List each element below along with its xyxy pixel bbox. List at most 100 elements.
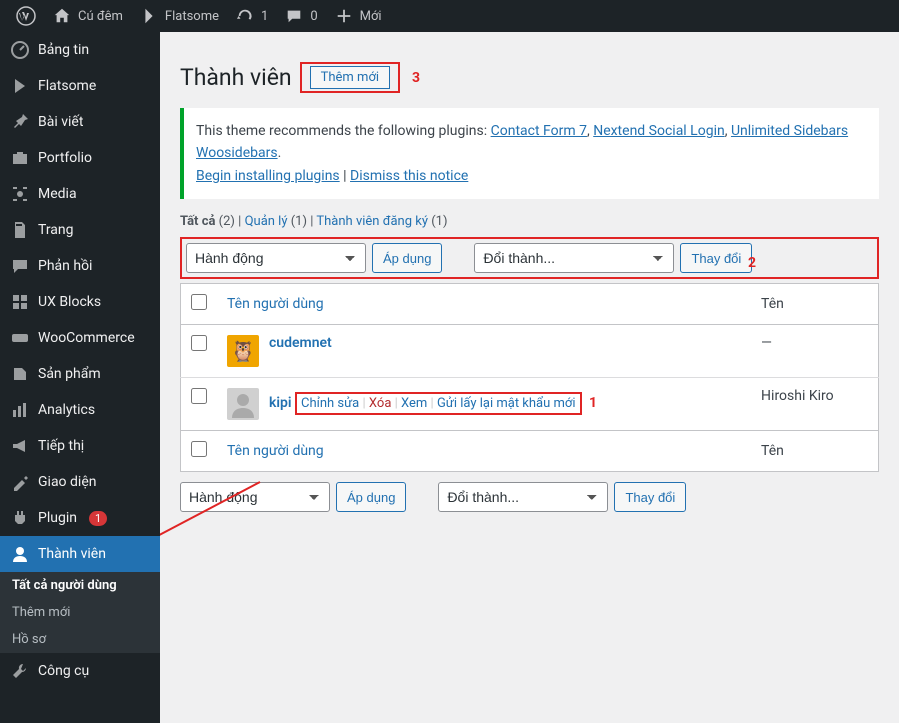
flatsome-icon [139,6,159,26]
filter-subscriber[interactable]: Thành viên đăng ký [316,214,428,229]
menu-media[interactable]: Media [0,176,160,212]
menu-label: Portfolio [38,150,92,166]
menu-comments[interactable]: Phản hồi [0,248,160,284]
row-checkbox[interactable] [191,388,207,404]
change-button-bottom[interactable]: Thay đổi [614,482,686,512]
menu-plugins[interactable]: Plugin1 [0,500,160,536]
menu-label: Media [38,186,77,202]
add-new-wrapper: Thêm mới [300,62,400,93]
reset-pwd-link[interactable]: Gửi lấy lại mật khẩu mới [437,396,576,411]
bulk-action-select-bottom[interactable]: Hành động [180,482,330,512]
users-table: Tên người dùng Tên 🦉 cudemnet — [180,283,879,472]
edit-link[interactable]: Chỉnh sửa [301,396,359,411]
dismiss-notice-link[interactable]: Dismiss this notice [350,168,468,184]
avatar: 🦉 [227,335,259,367]
menu-appearance[interactable]: Giao diện [0,464,160,500]
menu-woocommerce[interactable]: WooCommerce [0,320,160,356]
marketing-icon [10,436,30,456]
submenu-profile[interactable]: Hồ sơ [0,626,160,653]
home-icon [52,6,72,26]
wp-logo[interactable] [8,0,44,32]
menu-posts[interactable]: Bài viết [0,104,160,140]
change-role-select-bottom[interactable]: Đổi thành... [438,482,608,512]
user-icon [10,544,30,564]
menu-uxblocks[interactable]: UX Blocks [0,284,160,320]
menu-label: Plugin [38,510,77,526]
theme-name[interactable]: Flatsome [131,0,227,32]
top-tablenav: Hành động Áp dụng Đổi thành... Thay đổi [180,237,879,279]
menu-label: Giao diện [38,474,96,490]
submenu-all-users[interactable]: Tất cả người dùng [0,572,160,599]
begin-install-link[interactable]: Begin installing plugins [196,168,340,184]
portfolio-icon [10,148,30,168]
submenu-add-new[interactable]: Thêm mới [0,599,160,626]
tools-icon [10,661,30,681]
table-row: 🦉 cudemnet — [181,325,879,378]
page-title: Thành viên [180,64,292,91]
flatsome-menu-icon [10,76,30,96]
menu-users[interactable]: Thành viên [0,536,160,572]
col-username[interactable]: Tên người dùng [217,284,751,325]
col-name[interactable]: Tên [751,284,878,325]
updates-count: 1 [261,9,268,24]
menu-label: Phản hồi [38,258,92,274]
product-icon [10,364,30,384]
menu-label: Tiếp thị [38,438,84,454]
add-new-button[interactable]: Thêm mới [310,66,390,89]
filter-all[interactable]: Tất cả [180,214,215,229]
users-submenu: Tất cả người dùng Thêm mới Hồ sơ [0,572,160,653]
menu-marketing[interactable]: Tiếp thị [0,428,160,464]
updates[interactable]: 1 [227,0,276,32]
page-icon [10,220,30,240]
filter-subscriber-count: (1) [431,214,447,229]
woo-icon [10,328,30,348]
username-link[interactable]: cudemnet [269,335,332,351]
admin-sidebar: Bảng tin Flatsome Bài viết Portfolio Med… [0,32,160,723]
new-label: Mới [360,9,382,24]
notice-plugin-link[interactable]: Contact Form 7 [491,123,587,139]
menu-pages[interactable]: Trang [0,212,160,248]
appearance-icon [10,472,30,492]
check-all-header [181,284,218,325]
view-link[interactable]: Xem [401,396,427,411]
change-button[interactable]: Thay đổi [680,243,752,273]
menu-label: Sản phẩm [38,366,101,382]
username-link[interactable]: kipi [269,395,292,411]
apply-button[interactable]: Áp dụng [372,243,442,273]
col-username-foot[interactable]: Tên người dùng [217,431,751,472]
menu-label: Analytics [38,402,95,418]
check-all-bottom[interactable] [191,441,207,457]
menu-label: UX Blocks [38,294,101,310]
name-cell: Hiroshi Kiro [751,378,878,431]
menu-label: Trang [38,222,74,238]
menu-dashboard[interactable]: Bảng tin [0,32,160,68]
filter-admin[interactable]: Quản lý [245,214,288,229]
row-actions: Chỉnh sửa | Xóa | Xem | Gửi lấy lại mật … [295,392,581,415]
site-name-label: Cú đêm [78,9,123,24]
comments-count: 0 [310,9,317,24]
apply-button-bottom[interactable]: Áp dụng [336,482,406,512]
avatar [227,388,259,420]
bulk-action-select[interactable]: Hành động [186,243,366,273]
notice-plugin-link[interactable]: Nextend Social Login [593,123,725,139]
col-name-foot[interactable]: Tên [751,431,878,472]
menu-portfolio[interactable]: Portfolio [0,140,160,176]
check-all-top[interactable] [191,294,207,310]
menu-analytics[interactable]: Analytics [0,392,160,428]
filter-all-count: (2) [219,214,235,229]
menu-flatsome[interactable]: Flatsome [0,68,160,104]
menu-tools[interactable]: Công cụ [0,653,160,689]
media-icon [10,184,30,204]
dashboard-icon [10,40,30,60]
main-content: Thành viên Thêm mới 3 This theme recomme… [160,32,899,723]
site-name[interactable]: Cú đêm [44,0,131,32]
menu-products[interactable]: Sản phẩm [0,356,160,392]
change-role-select[interactable]: Đổi thành... [474,243,674,273]
new-content[interactable]: Mới [326,0,390,32]
menu-label: Flatsome [38,78,96,94]
row-checkbox[interactable] [191,335,207,351]
delete-link[interactable]: Xóa [369,396,392,411]
user-filters: Tất cả (2) | Quản lý (1) | Thành viên đă… [180,214,879,229]
comments[interactable]: 0 [276,0,325,32]
plugin-icon [10,508,30,528]
